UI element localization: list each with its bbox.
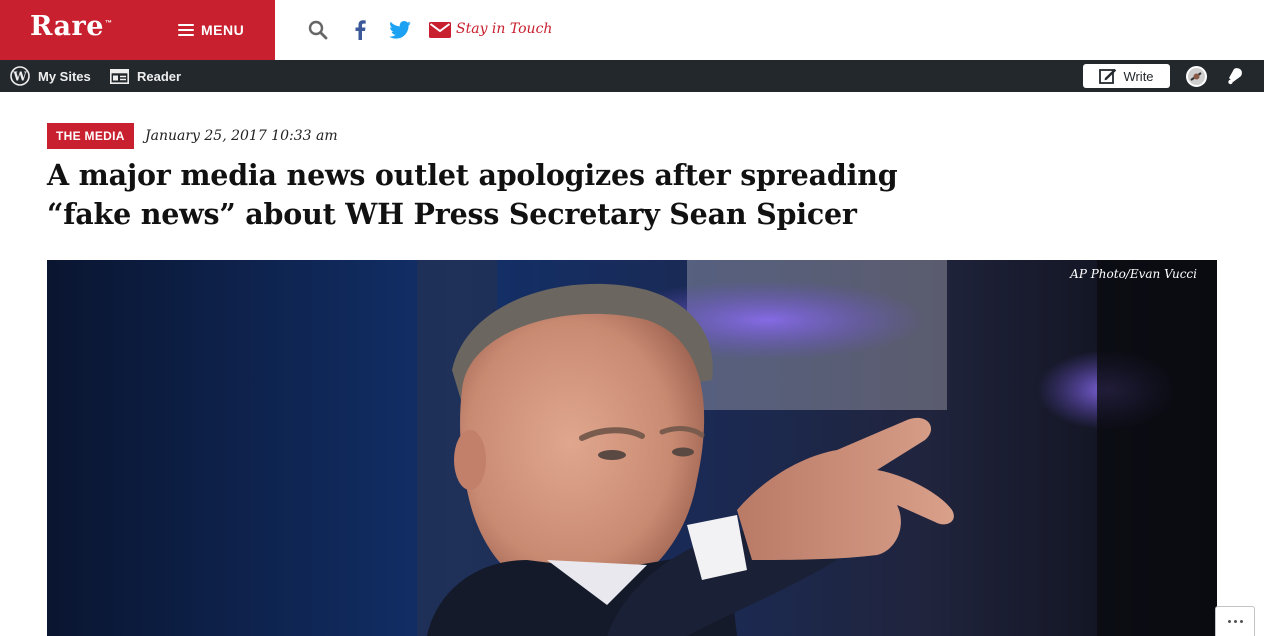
reader-button[interactable]: Reader [110, 60, 181, 92]
photo-credit: AP Photo/Evan Vucci [1070, 267, 1197, 281]
write-icon [1099, 68, 1117, 84]
my-sites-label: My Sites [38, 68, 91, 84]
my-sites-button[interactable]: W My Sites [10, 60, 91, 92]
post-date: January 25, 2017 10:33 am [145, 128, 338, 144]
svg-text:W: W [12, 70, 27, 84]
write-button[interactable]: Write [1083, 64, 1170, 88]
notifications-icon[interactable] [1224, 66, 1246, 86]
site-logo[interactable]: Rare™ [30, 11, 112, 42]
dot [1233, 620, 1237, 623]
avatar[interactable] [1186, 66, 1207, 87]
wordpress-icon: W [10, 66, 30, 86]
reader-label: Reader [137, 68, 182, 84]
press-briefing-photo [47, 260, 1217, 636]
more-options-button[interactable] [1215, 606, 1255, 636]
site-header: Rare™ MENU Stay in Touch [0, 0, 1264, 60]
hamburger-icon [178, 24, 194, 36]
article-headline: A major media news outlet apologizes aft… [47, 158, 898, 231]
menu-label: MENU [201, 22, 245, 38]
mail-icon[interactable] [428, 18, 452, 42]
facebook-icon[interactable] [348, 18, 372, 42]
search-icon[interactable] [306, 18, 330, 42]
twitter-icon[interactable] [388, 18, 412, 42]
logo-text: Rare [30, 11, 104, 42]
write-label: Write [1123, 68, 1154, 84]
menu-button[interactable]: MENU [178, 20, 244, 40]
dot [1239, 620, 1243, 623]
hero-image: AP Photo/Evan Vucci [47, 260, 1217, 636]
stay-in-touch-link[interactable]: Stay in Touch [456, 21, 552, 37]
brand-block: Rare™ MENU [0, 0, 275, 60]
trademark-mark: ™ [104, 20, 113, 27]
reader-icon [110, 68, 129, 84]
category-badge[interactable]: THE MEDIA [47, 123, 134, 149]
admin-bar: W My Sites Reader Write [0, 60, 1264, 92]
dot [1227, 620, 1231, 623]
